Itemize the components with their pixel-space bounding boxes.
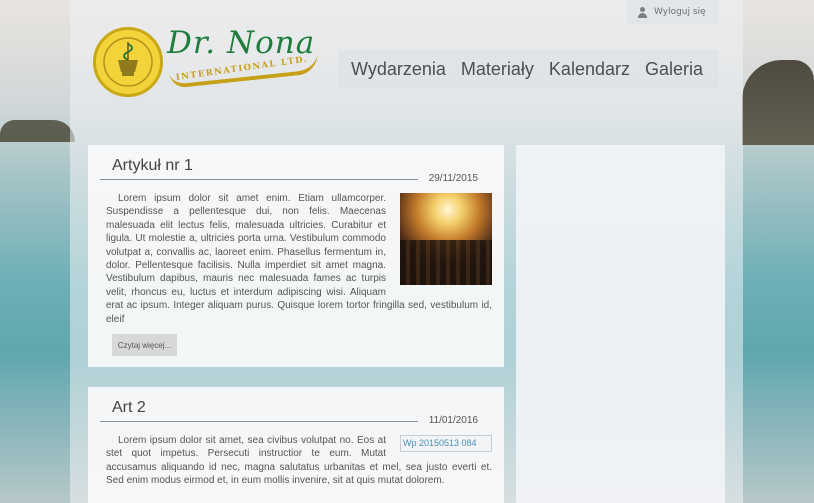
article-card: Artykuł nr 1 29/11/2015 Lorem ipsum dolo… (88, 145, 504, 367)
article-title[interactable]: Artykuł nr 1 (112, 157, 193, 175)
article-body: Lorem ipsum dolor sit amet enim. Etiam u… (106, 192, 492, 326)
article-date: 11/01/2016 (428, 415, 478, 426)
pharmacy-seal-icon (93, 27, 163, 97)
nav-item-galeria[interactable]: Galeria (645, 59, 703, 80)
article-card: Art 2 11/01/2016 Wp 20150513 084 Lorem i… (88, 387, 504, 503)
sidebar (516, 145, 725, 503)
title-divider (100, 179, 418, 180)
article-title[interactable]: Art 2 (112, 399, 146, 417)
nav-item-wydarzenia[interactable]: Wydarzenia (351, 59, 446, 80)
nav-item-kalendarz[interactable]: Kalendarz (549, 59, 630, 80)
image-alt-text: Wp 20150513 084 (403, 438, 477, 448)
article-image[interactable] (400, 193, 492, 285)
read-more-button[interactable]: Czytaj więcej... (112, 334, 177, 356)
user-icon (637, 6, 648, 18)
title-divider (100, 421, 418, 422)
article-body: Wp 20150513 084 Lorem ipsum dolor sit am… (106, 434, 492, 488)
logout-button[interactable]: Wyloguj się (627, 0, 719, 24)
background-rock (742, 60, 814, 145)
broken-image[interactable]: Wp 20150513 084 (400, 435, 492, 452)
main-navigation: Wydarzenia Materiały Kalendarz Galeria (339, 50, 719, 88)
background-hill (0, 120, 75, 142)
logout-label: Wyloguj się (654, 7, 706, 17)
brand-logo[interactable]: Dr. Nona INTERNATIONAL LTD. (93, 25, 323, 101)
article-date: 29/11/2015 (428, 173, 478, 184)
nav-item-materialy[interactable]: Materiały (461, 59, 534, 80)
